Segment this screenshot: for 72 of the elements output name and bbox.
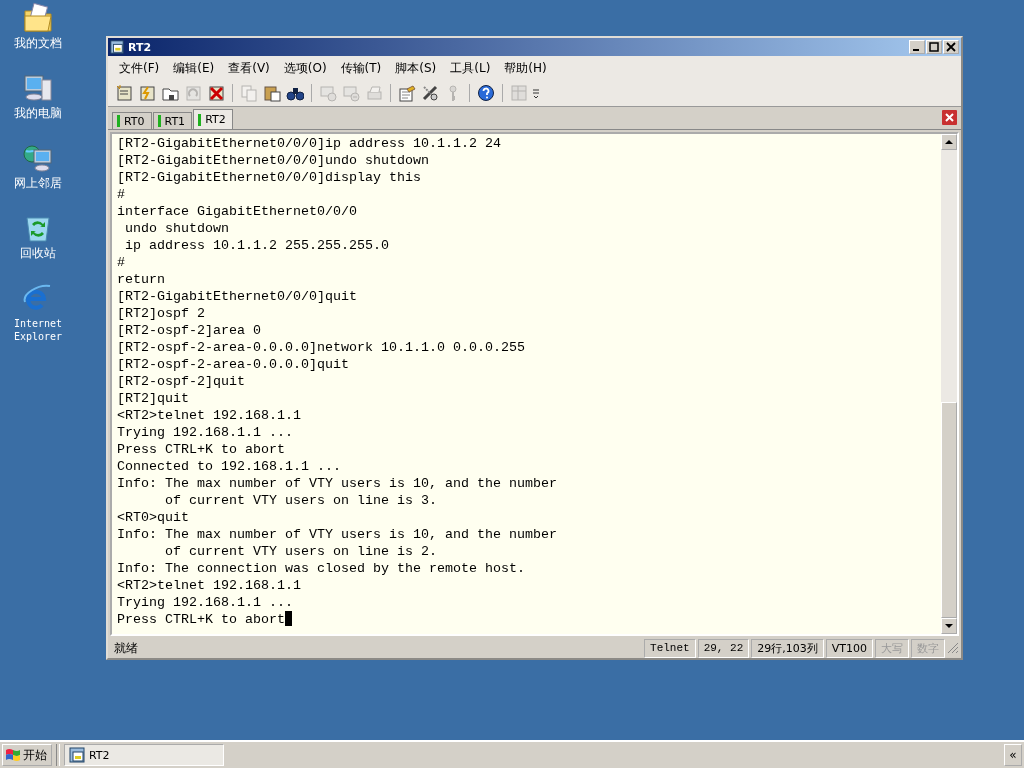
resize-grip-icon[interactable]: [947, 642, 959, 654]
terminal-line: Info: The connection was closed by the remote host.: [117, 561, 525, 576]
show-more-button[interactable]: «: [1004, 744, 1022, 766]
terminal-line: [RT2-GigabitEthernet0/0/0]undo shutdown: [117, 153, 429, 168]
terminal-line: [RT2-GigabitEthernet0/0/0]ip address 10.1.1.2 24: [117, 136, 501, 151]
terminal-line: [RT2-ospf-2]quit: [117, 374, 245, 389]
status-pane: 29行,103列: [751, 638, 824, 658]
terminal-line: [RT2-ospf-2]area 0: [117, 323, 261, 338]
app-icon: [69, 747, 85, 763]
menu-item[interactable]: 文件(F): [112, 58, 167, 78]
terminal-line: Info: The max number of VTY users is 10, and the number: [117, 476, 557, 491]
terminal-line: [RT2-GigabitEthernet0/0/0]quit: [117, 289, 357, 304]
windows-flag-icon: [5, 747, 21, 763]
disconnect-icon[interactable]: [207, 84, 225, 102]
terminal-line: [RT2]ospf 2: [117, 306, 205, 321]
status-pane: 29, 22: [697, 638, 750, 658]
terminal-line: [RT2-ospf-2-area-0.0.0.0]quit: [117, 357, 349, 372]
terminal-line: Press CTRL+K to abort: [117, 442, 285, 457]
computer-icon[interactable]: [22, 72, 54, 104]
vertical-scrollbar[interactable]: [941, 134, 957, 634]
status-pane: VT100: [825, 638, 873, 658]
desktop-icon-label[interactable]: 网上邻居: [2, 177, 74, 190]
desktop-icon-label[interactable]: Internet Explorer: [8, 317, 68, 343]
terminal-line: return: [117, 272, 165, 287]
close-tab-icon[interactable]: [942, 110, 957, 125]
menu-item[interactable]: 脚本(S): [388, 58, 444, 78]
session-tab[interactable]: RT1: [152, 112, 193, 129]
terminal-line: interface GigabitEthernet0/0/0: [117, 204, 357, 219]
terminal-line: [RT2]quit: [117, 391, 189, 406]
status-pane: Telnet: [644, 638, 696, 658]
menu-item[interactable]: 帮助(H): [497, 58, 554, 78]
terminal-line: [RT2-ospf-2-area-0.0.0.0]network 10.1.1.0 0.0.0.255: [117, 340, 525, 355]
terminal-line: <RT2>telnet 192.168.1.1: [117, 578, 301, 593]
menu-item[interactable]: 查看(V): [221, 58, 277, 78]
desktop-icon-label[interactable]: 我的电脑: [2, 107, 74, 120]
terminal-line: [RT2-GigabitEthernet0/0/0]display this: [117, 170, 421, 185]
session-tab[interactable]: RT2: [193, 109, 233, 129]
taskbar-button[interactable]: RT2: [64, 744, 224, 766]
document-options-icon[interactable]: [398, 84, 416, 102]
desktop-icon-label[interactable]: 回收站: [2, 247, 74, 260]
folder-icon[interactable]: [22, 2, 54, 34]
lightning-icon[interactable]: [138, 84, 156, 102]
terminal-line: #: [117, 187, 125, 202]
menu-item[interactable]: 工具(L): [443, 58, 498, 78]
chevron-icon[interactable]: [532, 86, 540, 100]
globe-computer-icon[interactable]: [22, 142, 54, 174]
session-tab[interactable]: RT0: [112, 112, 152, 129]
window-title: RT2: [128, 40, 153, 54]
new-session-icon[interactable]: [115, 84, 133, 102]
terminal-line: of current VTY users on line is 2.: [164, 544, 437, 559]
tools-icon[interactable]: [421, 84, 439, 102]
paste-icon[interactable]: [263, 84, 281, 102]
terminal-line: ip address 10.1.1.2 255.255.255.0: [124, 238, 389, 253]
terminal-line: Info: The max number of VTY users is 10, and the number: [117, 527, 557, 542]
terminal-line: Press CTRL+K to abort: [117, 612, 285, 627]
menu-item[interactable]: 传输(T): [333, 58, 389, 78]
menu-item[interactable]: 编辑(E): [166, 58, 222, 78]
terminal-line: <RT2>telnet 192.168.1.1: [117, 408, 301, 423]
start-button[interactable]: 开始: [2, 744, 52, 766]
terminal-line: <RT0>quit: [117, 510, 189, 525]
desktop-icon-label[interactable]: 我的文档: [2, 37, 74, 50]
status-pane: 数字: [911, 638, 945, 658]
terminal-line: Trying 192.168.1.1 ...: [117, 425, 293, 440]
terminal-line: undo shutdown: [124, 221, 229, 236]
help-icon[interactable]: [477, 84, 495, 102]
terminal-line: #: [117, 255, 125, 270]
terminal-line: Trying 192.168.1.1 ...: [117, 595, 293, 610]
terminal-line: of current VTY users on line is 3.: [164, 493, 437, 508]
menu-item[interactable]: 选项(O): [276, 58, 334, 78]
app-icon: [110, 40, 124, 54]
status-message: 就绪: [113, 639, 139, 657]
terminal-line: Connected to 192.168.1.1 ...: [117, 459, 341, 474]
